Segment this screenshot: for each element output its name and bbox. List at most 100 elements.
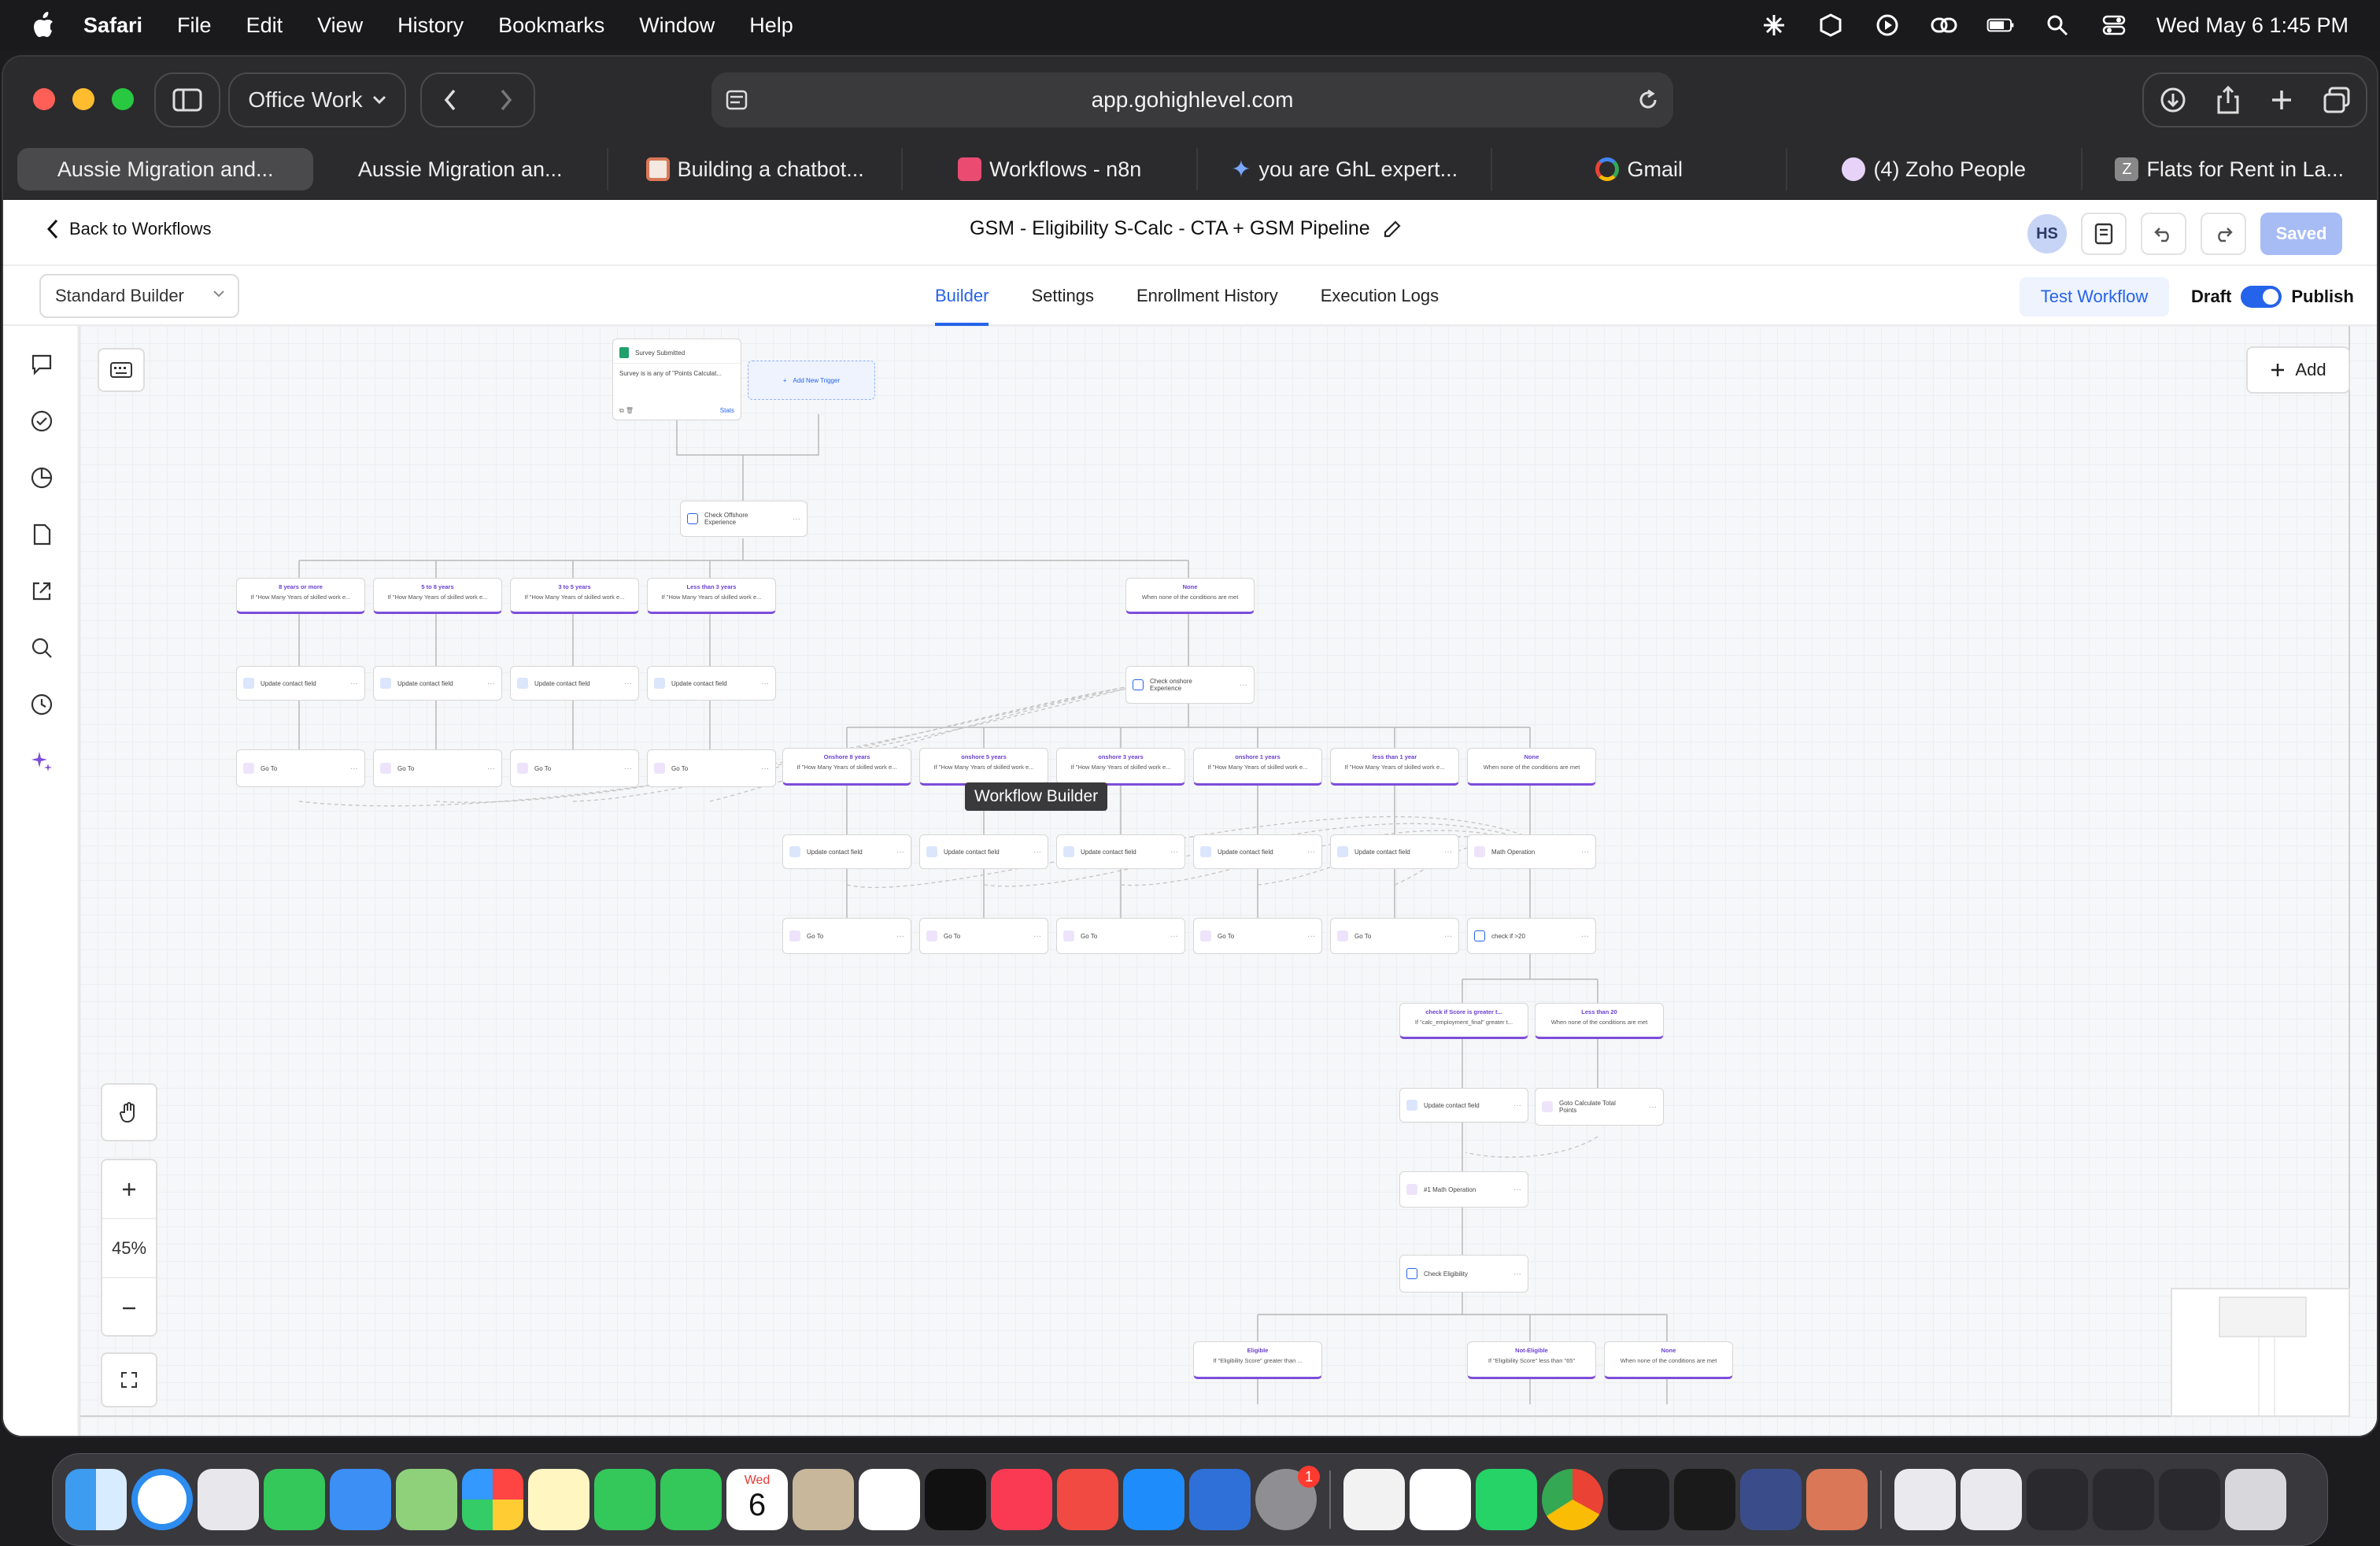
- contacts-icon[interactable]: [793, 1469, 854, 1530]
- browser-tab-4[interactable]: Workflows - n8n: [903, 148, 1198, 190]
- notes-button[interactable]: [2081, 213, 2127, 255]
- chrome-icon[interactable]: [1542, 1469, 1603, 1530]
- play-circle-icon[interactable]: [1873, 11, 1901, 39]
- workflow-canvas[interactable]: Survey Submitted Survey is is any of "Po…: [79, 326, 2377, 1436]
- app-store-icon[interactable]: [1123, 1469, 1184, 1530]
- window-thumbnail-icon[interactable]: [2159, 1469, 2220, 1530]
- forward-arrow-icon[interactable]: [499, 89, 513, 111]
- cursor-icon[interactable]: [1674, 1469, 1735, 1530]
- add-node-button[interactable]: Add: [2246, 346, 2350, 394]
- chat-icon[interactable]: [30, 353, 54, 376]
- browser-tab-8[interactable]: Z Flats for Rent in La...: [2082, 148, 2377, 190]
- check-onshore-node[interactable]: Check onshore Experience ···: [1125, 666, 1255, 704]
- branch-eligibility-none[interactable]: None When none of the conditions are met: [1604, 1341, 1733, 1379]
- menu-edit[interactable]: Edit: [246, 13, 283, 38]
- zoom-out-button[interactable]: [102, 1278, 156, 1337]
- update-contact-node[interactable]: Update contact field ···: [1330, 834, 1459, 869]
- documents-stack-icon[interactable]: [1894, 1469, 1956, 1530]
- browser-tab-2[interactable]: Aussie Migration an...: [313, 148, 608, 190]
- apple-icon[interactable]: [31, 12, 55, 39]
- update-contact-node[interactable]: Update contact field ···: [647, 666, 776, 701]
- math-operation-1-node[interactable]: #1 Math Operation ···: [1399, 1171, 1528, 1208]
- browser-tab-1[interactable]: Aussie Migration and...: [17, 148, 314, 190]
- share-icon[interactable]: [2217, 86, 2239, 114]
- update-contact-node[interactable]: Update contact field ···: [236, 666, 365, 701]
- tab-execution-logs[interactable]: Execution Logs: [1321, 266, 1439, 326]
- keyboard-shortcuts-button[interactable]: [98, 348, 145, 392]
- pan-hand-button[interactable]: [101, 1083, 157, 1141]
- branch-onshore-3[interactable]: onshore 3 years If "How Many Years of ski…: [1056, 748, 1185, 786]
- goto-node[interactable]: Go To ···: [373, 749, 502, 787]
- branch-onshore-none[interactable]: None When none of the conditions are met: [1467, 748, 1596, 786]
- cube-icon[interactable]: [1816, 11, 1845, 39]
- goto-node[interactable]: Go To ···: [647, 749, 776, 787]
- redo-button[interactable]: [2201, 213, 2246, 255]
- avatar[interactable]: HS: [2027, 214, 2067, 253]
- branch-offshore-5-8[interactable]: 5 to 8 years If "How Many Years of skille…: [373, 578, 502, 614]
- notes-icon[interactable]: [528, 1469, 589, 1530]
- slack-icon[interactable]: [1410, 1469, 1471, 1530]
- window-thumbnail-icon[interactable]: [2027, 1469, 2088, 1530]
- history-icon[interactable]: [30, 693, 54, 716]
- safari-icon[interactable]: [131, 1469, 193, 1530]
- branch-onshore-lt1[interactable]: less than 1 year If "How Many Years of sk…: [1330, 748, 1459, 786]
- goto-node[interactable]: Go To ···: [510, 749, 639, 787]
- check-circle-icon[interactable]: [30, 409, 54, 433]
- menu-app-name[interactable]: Safari: [83, 13, 142, 38]
- math-operation-node[interactable]: Math Operation ···: [1467, 834, 1596, 869]
- menu-bookmarks[interactable]: Bookmarks: [498, 13, 604, 38]
- photos-icon[interactable]: [462, 1469, 523, 1530]
- add-trigger-node[interactable]: + Add New Trigger: [748, 361, 875, 400]
- tableplus-icon[interactable]: [1343, 1469, 1405, 1530]
- menu-view[interactable]: View: [317, 13, 363, 38]
- update-contact-node[interactable]: Update contact field ···: [919, 834, 1048, 869]
- ai-sparkle-icon[interactable]: [30, 749, 54, 773]
- profile-selector[interactable]: Office Work: [228, 72, 406, 128]
- browser-tab-7[interactable]: (4) Zoho People: [1787, 148, 2082, 190]
- branch-offshore-lt3[interactable]: Less than 3 years If "How Many Years of s…: [647, 578, 776, 614]
- tab-enrollment-history[interactable]: Enrollment History: [1136, 266, 1278, 326]
- search-icon[interactable]: [30, 636, 54, 660]
- branch-offshore-none[interactable]: None When none of the conditions are met: [1125, 578, 1255, 614]
- canvas-minimap[interactable]: [2171, 1288, 2350, 1417]
- sidebar-toggle-button[interactable]: [154, 72, 220, 128]
- menu-history[interactable]: History: [397, 13, 464, 38]
- zoom-window-button[interactable]: [112, 88, 134, 110]
- external-link-icon[interactable]: [30, 579, 54, 603]
- tab-overview-icon[interactable]: [2323, 87, 2350, 113]
- control-center-icon[interactable]: [2100, 11, 2128, 39]
- goto-node[interactable]: Go To ···: [782, 918, 911, 954]
- music-icon[interactable]: [991, 1469, 1052, 1530]
- copy-icon[interactable]: ⧉ 🗑: [619, 407, 634, 415]
- branch-offshore-8[interactable]: 8 years or more If "How Many Years of ski…: [236, 578, 365, 614]
- system-settings-icon[interactable]: 1: [1255, 1466, 1320, 1530]
- spotlight-search-icon[interactable]: [2043, 11, 2071, 39]
- update-contact-node[interactable]: Update contact field ···: [1193, 834, 1322, 869]
- zoom-in-button[interactable]: [102, 1160, 156, 1219]
- mail-icon[interactable]: [330, 1469, 391, 1530]
- test-workflow-button[interactable]: Test Workflow: [2020, 277, 2169, 316]
- goto-node[interactable]: Go To ···: [919, 918, 1048, 954]
- back-arrow-icon[interactable]: [443, 89, 457, 111]
- trigger-stats[interactable]: Stats: [720, 407, 734, 415]
- tab-builder[interactable]: Builder: [935, 266, 989, 326]
- asterisk-icon[interactable]: [1760, 11, 1788, 39]
- publish-toggle[interactable]: [2241, 286, 2282, 308]
- update-contact-node[interactable]: Update contact field ···: [510, 666, 639, 701]
- goto-node[interactable]: Go To ···: [1330, 918, 1459, 954]
- rocketsim-icon[interactable]: [1057, 1469, 1118, 1530]
- check-gt20-node[interactable]: check if >20 ···: [1467, 918, 1596, 954]
- menu-window[interactable]: Window: [639, 13, 715, 38]
- update-contact-node[interactable]: Update contact field ···: [782, 834, 911, 869]
- goto-node[interactable]: Go To ···: [1056, 918, 1185, 954]
- messages-icon[interactable]: [264, 1469, 325, 1530]
- simulator-icon[interactable]: [1189, 1469, 1251, 1530]
- pie-chart-icon[interactable]: [30, 466, 54, 490]
- page-settings-icon[interactable]: [726, 90, 748, 110]
- update-contact-node[interactable]: Update contact field ···: [1056, 834, 1185, 869]
- builder-type-select[interactable]: Standard Builder: [39, 274, 239, 318]
- minimize-window-button[interactable]: [72, 88, 94, 110]
- whatsapp-icon[interactable]: [1476, 1469, 1537, 1530]
- address-bar[interactable]: app.gohighlevel.com: [711, 72, 1673, 128]
- check-eligibility-node[interactable]: Check Eligibility ···: [1399, 1255, 1528, 1293]
